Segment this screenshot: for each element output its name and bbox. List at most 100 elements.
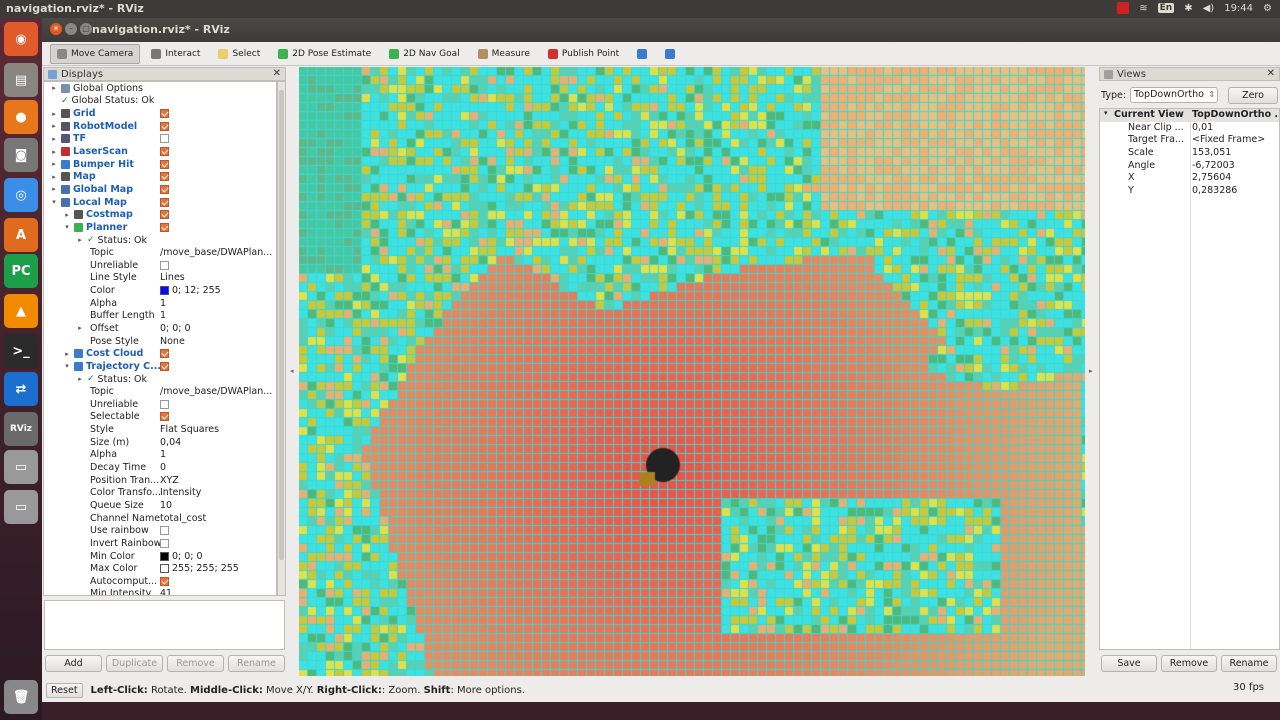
display-value-cell[interactable] (160, 361, 272, 371)
display-value-cell[interactable]: 0; 12; 255 (160, 285, 272, 296)
view-prop-value[interactable]: <Fixed Frame> (1192, 134, 1278, 145)
displays-scrollbar[interactable] (277, 81, 286, 596)
terminal-icon[interactable]: >_ (4, 334, 38, 368)
close-panel-icon[interactable]: ✕ (1267, 68, 1275, 79)
close-panel-icon[interactable]: ✕ (273, 68, 281, 79)
display-row-max-color[interactable]: Max Color 255; 255; 255 (44, 562, 276, 575)
display-value-cell[interactable] (160, 538, 272, 548)
display-value-cell[interactable]: /move_base/DWAPlan... (160, 386, 272, 397)
2d-pose-estimate-tool[interactable]: 2D Pose Estimate (271, 44, 378, 64)
display-row-grid[interactable]: ▸ Grid (44, 107, 276, 120)
expand-arrow-icon[interactable]: ▸ (50, 84, 58, 92)
display-row-buffer-length[interactable]: Buffer Length 1 (44, 310, 276, 323)
reset-button[interactable]: Reset (46, 682, 83, 698)
display-row-planner[interactable]: ▾ Planner (44, 221, 276, 234)
enable-checkbox[interactable] (160, 576, 169, 586)
render-viewport[interactable] (299, 67, 1085, 676)
display-row-bumper-hit[interactable]: ▸ Bumper Hit (44, 158, 276, 171)
expand-arrow-icon[interactable]: ▾ (1104, 109, 1108, 117)
display-value-cell[interactable]: Lines (160, 272, 272, 283)
display-row-autocomput-[interactable]: Autocomput... (44, 575, 276, 588)
display-row-color-transfo-[interactable]: Color Transfo... Intensity (44, 487, 276, 500)
view-prop-row[interactable]: Near Clip ... 0,01 (1100, 122, 1279, 135)
rviz-icon[interactable]: RViz (4, 412, 38, 446)
expand-arrow-icon[interactable]: ▸ (63, 350, 71, 358)
collapse-right-icon[interactable]: ▸ (1089, 367, 1093, 375)
rename-view-button[interactable]: Rename (1221, 655, 1277, 672)
settings-gear-icon[interactable]: ⚙ (1263, 3, 1272, 14)
left-splitter[interactable]: ◂ (287, 67, 299, 677)
enable-checkbox[interactable] (160, 399, 169, 409)
enable-checkbox[interactable] (160, 147, 169, 157)
display-value-cell[interactable] (160, 121, 272, 131)
display-value-cell[interactable]: 1 (160, 449, 272, 460)
add-button[interactable]: Add (45, 655, 102, 672)
display-row-use-rainbow[interactable]: Use rainbow (44, 524, 276, 537)
expand-arrow-icon[interactable]: ▸ (50, 148, 58, 156)
display-row-trajectory-c-[interactable]: ▾ Trajectory C... (44, 360, 276, 373)
select-tool[interactable]: Select (211, 44, 267, 64)
display-row-global-map[interactable]: ▸ Global Map (44, 183, 276, 196)
expand-arrow-icon[interactable]: ▸ (50, 110, 58, 118)
display-row-color[interactable]: Color 0; 12; 255 (44, 284, 276, 297)
display-value-cell[interactable] (160, 147, 272, 157)
display-value-cell[interactable]: 0,04 (160, 437, 272, 448)
remove-view-button[interactable]: Remove (1161, 655, 1217, 672)
enable-checkbox[interactable] (160, 197, 169, 207)
color-swatch[interactable] (160, 286, 169, 296)
display-row-channel-name[interactable]: Channel Name total_cost (44, 512, 276, 525)
remove-button[interactable]: Remove (167, 655, 224, 672)
display-row-decay-time[interactable]: Decay Time 0 (44, 461, 276, 474)
display-row-local-map[interactable]: ▾ Local Map (44, 196, 276, 209)
enable-checkbox[interactable] (160, 260, 169, 270)
ubuntu-logo-icon[interactable]: ◉ (4, 22, 38, 56)
display-row-selectable[interactable]: Selectable (44, 411, 276, 424)
enable-checkbox[interactable] (160, 184, 169, 194)
display-row-line-style[interactable]: Line Style Lines (44, 272, 276, 285)
display-value-cell[interactable] (160, 412, 272, 422)
vlc-icon[interactable]: ▲ (4, 294, 38, 328)
enable-checkbox[interactable] (160, 526, 169, 536)
display-value-cell[interactable]: 0 (160, 462, 272, 473)
display-value-cell[interactable] (160, 184, 272, 194)
expand-arrow-icon[interactable]: ▸ (76, 324, 84, 332)
zero-button[interactable]: Zero (1228, 87, 1278, 104)
display-row-unreliable[interactable]: Unreliable (44, 259, 276, 272)
enable-checkbox[interactable] (160, 172, 169, 182)
display-value-cell[interactable] (160, 109, 272, 119)
view-prop-value[interactable]: -6,72003 (1192, 160, 1278, 171)
expand-arrow-icon[interactable]: ▸ (76, 375, 84, 383)
display-value-cell[interactable] (160, 172, 272, 182)
display-value-cell[interactable]: /move_base/DWAPlan... (160, 247, 272, 258)
minus-tool[interactable] (658, 44, 682, 64)
expand-arrow-icon[interactable]: ▸ (50, 122, 58, 130)
displays-tree[interactable]: ▸ Global Options ✓ Global Status: Ok ▸ Grid ▸ R… (43, 81, 277, 596)
display-value-cell[interactable]: 255; 255; 255 (160, 563, 272, 574)
teamviewer-icon[interactable]: ⇄ (4, 372, 38, 406)
camera-icon[interactable]: ◙ (4, 138, 38, 172)
wifi-icon[interactable]: ≋ (1139, 3, 1147, 14)
close-window-icon[interactable]: ✕ (50, 23, 62, 35)
expand-arrow-icon[interactable]: ▾ (50, 198, 58, 206)
display-row-global-options[interactable]: ▸ Global Options (44, 82, 276, 95)
display-row-global-status-ok[interactable]: ✓ Global Status: Ok (44, 95, 276, 108)
display-value-cell[interactable] (160, 399, 272, 409)
keyboard-language-indicator[interactable]: En (1157, 3, 1175, 13)
costmap-render[interactable] (299, 67, 1085, 676)
minimize-window-icon[interactable]: – (65, 23, 77, 35)
enable-checkbox[interactable] (160, 361, 169, 371)
maximize-window-icon[interactable]: ▢ (80, 23, 92, 35)
display-row-pose-style[interactable]: Pose Style None (44, 335, 276, 348)
display-row-costmap[interactable]: ▸ Costmap (44, 208, 276, 221)
display-row-cost-cloud[interactable]: ▸ Cost Cloud (44, 347, 276, 360)
save-view-button[interactable]: Save (1101, 655, 1157, 672)
current-view-row[interactable]: ▾ Current View TopDownOrtho ... (1100, 109, 1279, 122)
bluetooth-icon[interactable]: ✱ (1184, 3, 1192, 14)
display-row-laserscan[interactable]: ▸ LaserScan (44, 145, 276, 158)
display-value-cell[interactable] (160, 349, 272, 359)
enable-checkbox[interactable] (160, 109, 169, 119)
display-value-cell[interactable]: None (160, 336, 272, 347)
display-value-cell[interactable]: 0; 0; 0 (160, 323, 272, 334)
display-value-cell[interactable]: 41 (160, 588, 272, 595)
view-prop-row[interactable]: Scale 153,051 (1100, 147, 1279, 160)
